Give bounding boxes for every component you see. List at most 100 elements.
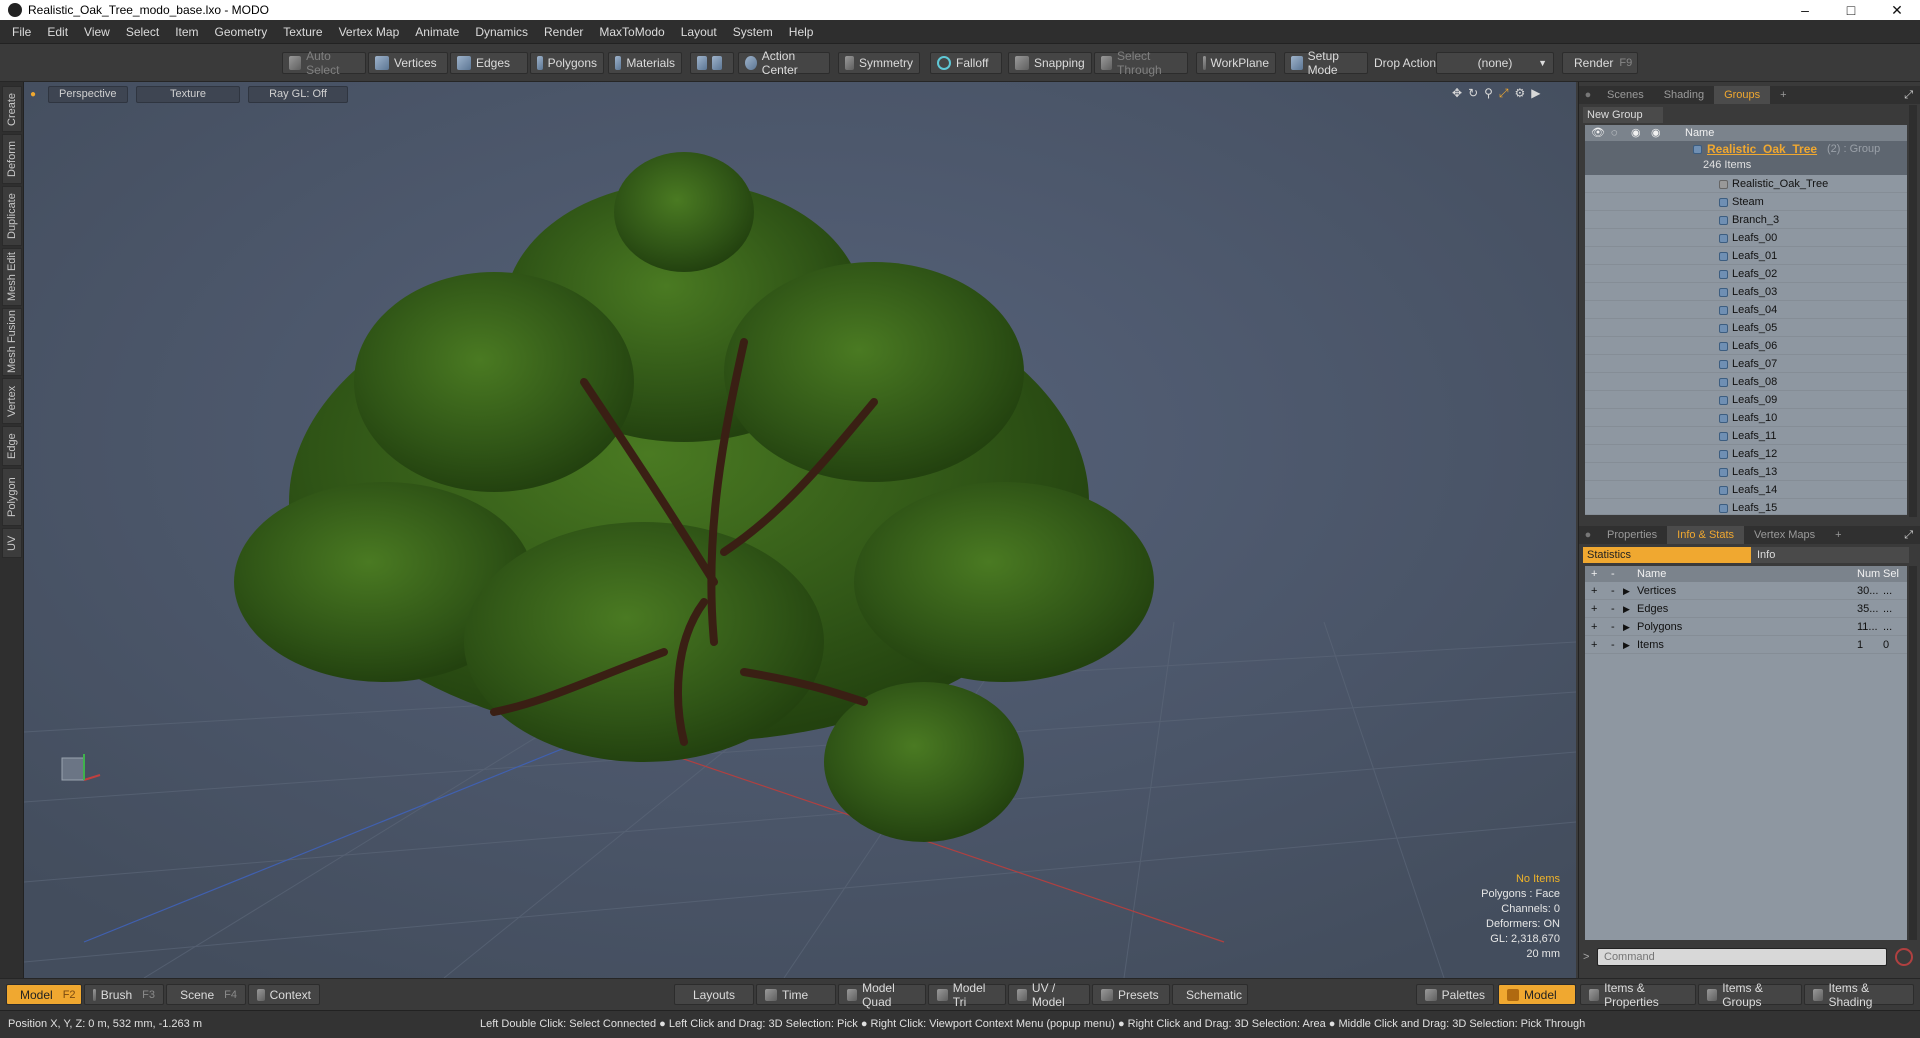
model-quad-button[interactable]: Model Quad — [838, 981, 926, 1009]
tab-polygon[interactable]: Polygon — [2, 468, 22, 526]
tab-duplicate[interactable]: Duplicate — [2, 186, 22, 246]
list-item[interactable]: Leafs_11 — [1585, 427, 1907, 445]
list-item[interactable]: Leafs_09 — [1585, 391, 1907, 409]
panel-menu-icon[interactable]: ● — [1579, 89, 1597, 101]
3d-viewport[interactable] — [24, 82, 1576, 978]
menu-file[interactable]: File — [4, 25, 39, 39]
list-item[interactable]: Realistic_Oak_Tree — [1585, 175, 1907, 193]
close-icon[interactable]: ✕ — [1874, 0, 1920, 20]
select-through-button[interactable]: Select Through — [1094, 49, 1188, 77]
menu-edit[interactable]: Edit — [39, 25, 76, 39]
layout-model-button[interactable]: Model — [1498, 984, 1576, 1005]
list-item[interactable]: Leafs_10 — [1585, 409, 1907, 427]
menu-system[interactable]: System — [725, 25, 781, 39]
minimize-icon[interactable]: – — [1782, 0, 1828, 20]
mode-model-button[interactable]: Model F2 — [6, 984, 82, 1005]
expand-arrow-icon[interactable]: ▶ — [1623, 636, 1630, 654]
tab-info-stats[interactable]: Info & Stats — [1667, 526, 1745, 544]
menu-dynamics[interactable]: Dynamics — [467, 25, 536, 39]
symmetry-button[interactable]: Symmetry — [838, 52, 920, 74]
drop-action-select[interactable]: (none) ▼ — [1436, 52, 1554, 74]
workplane-button[interactable]: WorkPlane — [1196, 52, 1276, 74]
presets-button[interactable]: Presets — [1092, 984, 1170, 1005]
list-item[interactable]: Leafs_01 — [1585, 247, 1907, 265]
maximize-icon[interactable]: □ — [1828, 0, 1874, 20]
list-item[interactable]: Leafs_00 — [1585, 229, 1907, 247]
vertices-button[interactable]: Vertices — [368, 52, 448, 74]
time-button[interactable]: Time — [756, 984, 836, 1005]
expand-panel-icon[interactable]: ⤢ — [1904, 89, 1913, 102]
palettes-button[interactable]: Palettes — [1416, 984, 1494, 1005]
uv-model-button[interactable]: UV / Model — [1008, 981, 1090, 1009]
menu-geometry[interactable]: Geometry — [207, 25, 276, 39]
items-properties-button[interactable]: Items & Properties — [1580, 981, 1696, 1009]
render-button[interactable]: Render F9 — [1562, 52, 1638, 74]
command-input[interactable] — [1597, 948, 1887, 966]
table-row[interactable]: + - ▶ Vertices 30...... — [1585, 582, 1907, 600]
setup-mode-button[interactable]: Setup Mode — [1284, 49, 1368, 77]
list-item[interactable]: Leafs_13 — [1585, 463, 1907, 481]
texture-button[interactable]: Texture — [136, 86, 240, 103]
menu-texture[interactable]: Texture — [275, 25, 330, 39]
list-item[interactable]: Leafs_07 — [1585, 355, 1907, 373]
list-item[interactable]: Leafs_06 — [1585, 337, 1907, 355]
list-item[interactable]: Branch_3 — [1585, 211, 1907, 229]
menu-animate[interactable]: Animate — [407, 25, 467, 39]
action-center-button[interactable]: Action Center — [738, 49, 830, 77]
mode-scene-button[interactable]: Scene F4 — [166, 984, 246, 1005]
list-item[interactable]: Leafs_05 — [1585, 319, 1907, 337]
expand-arrow-icon[interactable]: ▶ — [1623, 582, 1630, 600]
menu-vertex-map[interactable]: Vertex Map — [331, 25, 408, 39]
tab-uv[interactable]: UV — [2, 528, 22, 558]
menu-select[interactable]: Select — [118, 25, 167, 39]
stats-scrollbar[interactable] — [1909, 566, 1917, 940]
panel-menu-icon[interactable]: ● — [1579, 529, 1597, 541]
menu-view[interactable]: View — [76, 25, 118, 39]
tab-vertex-maps[interactable]: Vertex Maps — [1744, 526, 1825, 544]
mode-context-button[interactable]: Context — [248, 984, 320, 1005]
play-icon[interactable]: ▶ — [1531, 86, 1540, 101]
fit-view-icon[interactable]: ⤢ — [1499, 86, 1509, 101]
edges-button[interactable]: Edges — [450, 52, 528, 74]
table-row[interactable]: + - ▶ Polygons 11...... — [1585, 618, 1907, 636]
new-group-button[interactable]: New Group — [1583, 107, 1663, 123]
auto-select-button[interactable]: Auto Select — [282, 49, 366, 77]
add-tab-icon[interactable]: + — [1770, 86, 1796, 104]
layouts-button[interactable]: Layouts — [674, 984, 754, 1005]
groups-scrollbar[interactable] — [1909, 105, 1917, 517]
list-item[interactable]: Leafs_12 — [1585, 445, 1907, 463]
view-settings-icon[interactable]: ⚙ — [1515, 86, 1526, 101]
items-groups-button[interactable]: Items & Groups — [1698, 981, 1802, 1009]
tab-scenes[interactable]: Scenes — [1597, 86, 1654, 104]
info-tab[interactable]: Info — [1751, 547, 1909, 563]
menu-item[interactable]: Item — [167, 25, 206, 39]
expand-panel-icon[interactable]: ⤢ — [1904, 529, 1913, 542]
tab-mesh-fusion[interactable]: Mesh Fusion — [2, 308, 22, 376]
list-item[interactable]: Leafs_14 — [1585, 481, 1907, 499]
list-item[interactable]: Leafs_04 — [1585, 301, 1907, 319]
add-tab-icon[interactable]: + — [1825, 526, 1851, 544]
tab-groups[interactable]: Groups — [1714, 86, 1771, 104]
move-view-icon[interactable]: ✥ — [1452, 86, 1462, 101]
ray-gl-button[interactable]: Ray GL: Off — [248, 86, 348, 103]
schematic-button[interactable]: Schematic — [1172, 984, 1248, 1005]
falloff-button[interactable]: Falloff — [930, 52, 1002, 74]
selection-mode-buttons[interactable] — [690, 52, 734, 74]
rotate-view-icon[interactable]: ↻ — [1468, 86, 1478, 101]
statistics-tab[interactable]: Statistics — [1583, 547, 1751, 563]
menu-help[interactable]: Help — [781, 25, 822, 39]
mode-brush-button[interactable]: Brush F3 — [84, 984, 164, 1005]
snapping-button[interactable]: Snapping — [1008, 52, 1092, 74]
tab-mesh-edit[interactable]: Mesh Edit — [2, 248, 22, 306]
tab-vertex[interactable]: Vertex — [2, 378, 22, 424]
menu-layout[interactable]: Layout — [673, 25, 725, 39]
model-tri-button[interactable]: Model Tri — [928, 981, 1006, 1009]
list-item[interactable]: Leafs_08 — [1585, 373, 1907, 391]
menu-maxtomodo[interactable]: MaxToModo — [591, 25, 672, 39]
expand-arrow-icon[interactable]: ▶ — [1623, 600, 1630, 618]
tab-properties[interactable]: Properties — [1597, 526, 1667, 544]
zoom-view-icon[interactable]: ⚲ — [1484, 86, 1493, 101]
expand-arrow-icon[interactable]: ▶ — [1623, 618, 1630, 636]
tab-shading[interactable]: Shading — [1654, 86, 1714, 104]
list-item[interactable]: Leafs_02 — [1585, 265, 1907, 283]
